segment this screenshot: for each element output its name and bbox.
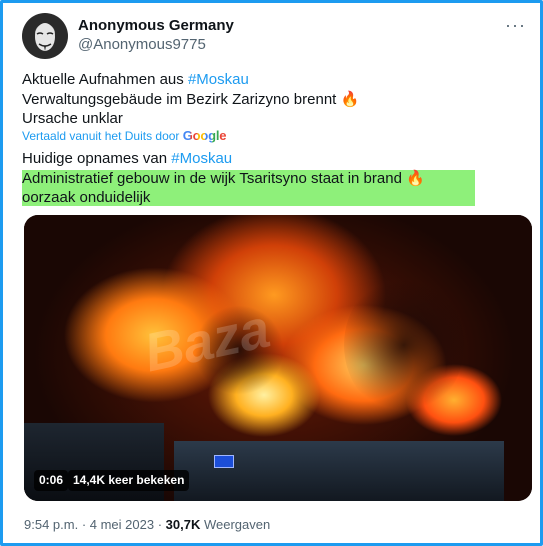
- google-logo-text: Google: [182, 128, 227, 143]
- video-duration-badge: 0:06: [34, 470, 69, 491]
- translated-text: oorzaak onduidelijk: [22, 189, 151, 206]
- guy-fawkes-mask-icon: [35, 23, 55, 51]
- author-name[interactable]: Anonymous Germany: [78, 17, 234, 34]
- author-handle[interactable]: @Anonymous9775: [78, 36, 206, 53]
- tweet-line-1: Aktuelle Aufnahmen aus #Moskau: [22, 70, 249, 89]
- video-sign: [214, 455, 234, 468]
- fire-emoji: 🔥: [406, 170, 425, 187]
- tweet-line-3: Ursache unklar: [22, 109, 123, 128]
- translation-note[interactable]: Vertaald vanuit het Duits door Google: [22, 128, 227, 143]
- avatar[interactable]: [22, 13, 68, 59]
- tweet-text: Ursache unklar: [22, 110, 123, 127]
- views-label: Weergaven: [200, 517, 271, 532]
- video-player[interactable]: Baza 0:06 14,4K keer bekeken: [24, 215, 532, 501]
- footer-separator: ·: [154, 517, 166, 532]
- translation-label: Vertaald vanuit het Duits door: [22, 129, 183, 143]
- tweet-line-2: Verwaltungsgebäude im Bezirk Zarizyno br…: [22, 90, 359, 109]
- tweet-text: Verwaltungsgebäude im Bezirk Zarizyno br…: [22, 91, 341, 108]
- views-count: 30,7K: [165, 517, 201, 532]
- tweet-time[interactable]: 9:54 p.m.: [24, 517, 78, 532]
- hashtag-link[interactable]: #Moskau: [188, 71, 249, 88]
- translated-line-2: Administratief gebouw in de wijk Tsarits…: [22, 169, 425, 188]
- video-views-badge: 14,4K keer bekeken: [68, 470, 190, 491]
- hashtag-link[interactable]: #Moskau: [171, 150, 232, 167]
- tweet-date[interactable]: 4 mei 2023: [90, 517, 154, 532]
- translated-text: Administratief gebouw in de wijk Tsarits…: [22, 170, 407, 187]
- tweet-text: Aktuelle Aufnahmen aus: [22, 71, 188, 88]
- translated-line-1: Huidige opnames van #Moskau: [22, 149, 232, 168]
- translated-text: Huidige opnames van: [22, 150, 172, 167]
- tweet-card: Anonymous Germany @Anonymous9775 ··· Akt…: [0, 0, 543, 546]
- footer-separator: ·: [78, 517, 90, 532]
- translated-line-3: oorzaak onduidelijk: [22, 188, 150, 207]
- video-building: [174, 441, 504, 501]
- fire-emoji: 🔥: [340, 91, 360, 108]
- more-horizontal-icon[interactable]: ···: [505, 15, 526, 36]
- google-logo: Google: [183, 128, 227, 143]
- video-smoke: [344, 275, 464, 415]
- tweet-header: Anonymous Germany @Anonymous9775 ···: [22, 13, 526, 59]
- tweet-footer: 9:54 p.m. · 4 mei 2023 · 30,7K Weergaven: [24, 517, 270, 532]
